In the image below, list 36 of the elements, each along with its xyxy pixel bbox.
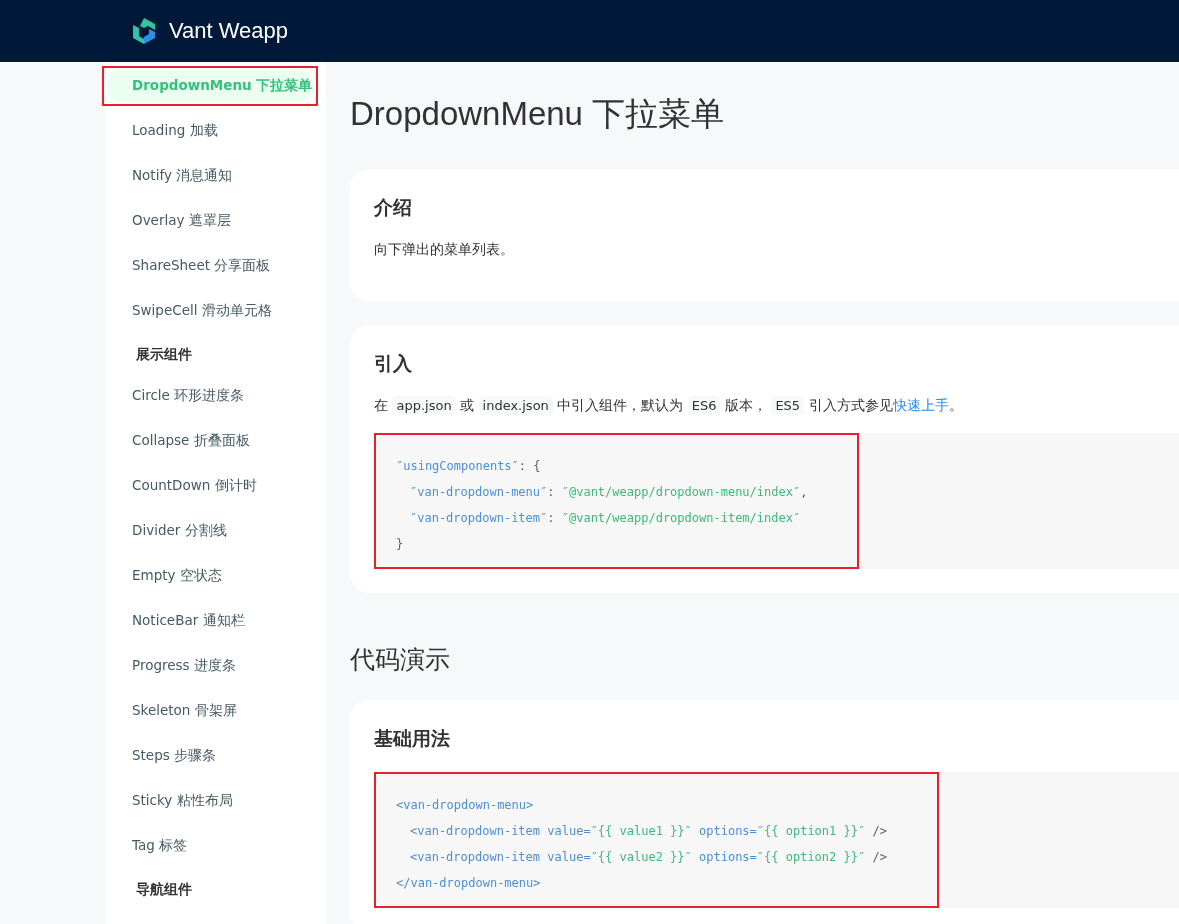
nav-item[interactable]: Steps 步骤条 [106,740,314,772]
section-title: 代码演示 [350,644,451,676]
nav-group-title: 展示组件 [135,345,193,364]
code-line: </van-dropdown-menu> [396,875,542,892]
nav-item[interactable]: Empty 空状态 [106,560,314,592]
page-title: DropdownMenu 下拉菜单 [350,94,726,134]
nav-item[interactable]: Circle 环形进度条 [106,380,314,412]
logo-icon [131,17,157,45]
code-line: <van-dropdown-menu> [396,797,535,814]
code-line: } [396,536,405,553]
description-text: 向下弹出的菜单列表。 [374,241,515,259]
nav-item[interactable]: Collapse 折叠面板 [106,425,314,457]
nav-group-title: 导航组件 [135,880,193,899]
nav-item[interactable]: Progress 进度条 [106,650,314,682]
nav-item[interactable]: NoticeBar 通知栏 [106,605,314,637]
quick-start-link[interactable]: 快速上手 [892,397,949,413]
nav-item[interactable]: SwipeCell 滑动单元格 [106,295,314,327]
nav-item[interactable]: Overlay 遮罩层 [106,205,314,237]
nav-item[interactable]: Notify 消息通知 [106,160,314,192]
nav-item[interactable]: Tag 标签 [106,830,314,862]
nav-item[interactable]: ShareSheet 分享面板 [106,250,314,282]
code-line: <van-dropdown-item value=″{{ value1 }}″ options=″{{ option1 }}″ /> [409,823,887,840]
nav-item[interactable]: Sticky 粘性布局 [106,785,314,817]
nav-item[interactable]: Skeleton 骨架屏 [106,695,314,727]
card-heading: 引入 [374,351,413,376]
code-line: ″usingComponents″: { [396,458,542,475]
code-line: ″van-dropdown-menu″: ″@vant/weapp/dropdown-menu/index″, [409,484,808,501]
nav-item[interactable]: Divider 分割线 [106,515,314,547]
code-line: ″van-dropdown-item″: ″@vant/weapp/dropdown-item/index″ [409,510,802,527]
card-heading: 基础用法 [374,726,451,751]
code-line: <van-dropdown-item value=″{{ value2 }}″ options=″{{ option2 }}″ /> [409,849,887,866]
nav-item[interactable]: Loading 加载 [106,115,314,147]
card-heading: 介绍 [374,195,413,220]
nav-item[interactable]: CountDown 倒计时 [106,470,314,502]
brand-name: Vant Weapp [169,18,289,44]
description-text: 在 app.json 或 index.json 中引入组件，默认为 ES6 版本， ES5 引入方式参见快速上手。 [374,397,964,415]
